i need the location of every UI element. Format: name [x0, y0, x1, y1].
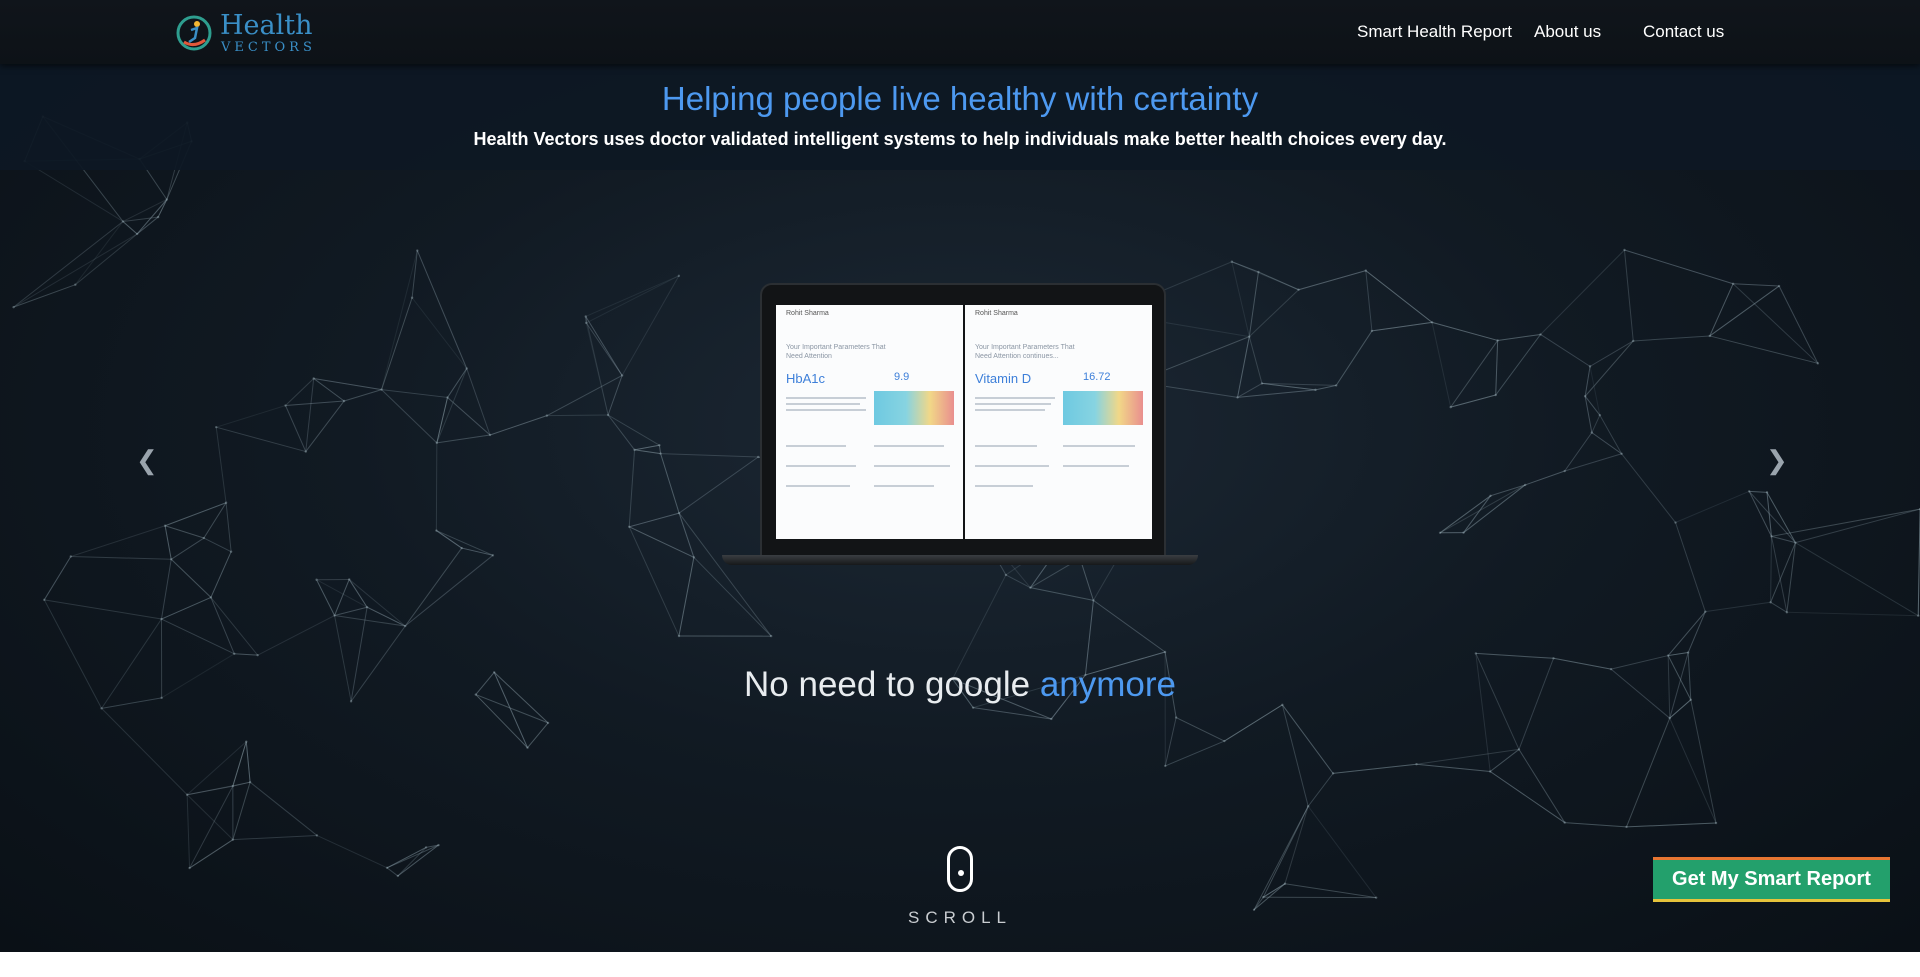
report-section-title: Your Important Parameters That Need Atte… — [786, 344, 886, 360]
laptop-screen: Rohit Sharma Your Important Parameters T… — [760, 283, 1166, 559]
tagline-highlight: anymore — [1039, 665, 1176, 704]
scroll-label: SCROLL — [907, 908, 1013, 927]
carousel-next-button[interactable]: ❯ — [1766, 445, 1788, 476]
mouse-icon — [947, 846, 973, 892]
report-patient-name: Rohit Sharma — [975, 310, 1018, 317]
report-range-graphic — [1063, 391, 1143, 425]
laptop-base — [722, 555, 1198, 565]
carousel-prev-button[interactable]: ❮ — [136, 445, 158, 476]
tagline-text: No need to google — [744, 665, 1040, 704]
report-patient-name: Rohit Sharma — [786, 310, 829, 317]
report-result: 16.72 — [1083, 371, 1111, 383]
hero-subtitle: Health Vectors uses doctor validated int… — [473, 129, 1447, 149]
chevron-right-icon: ❯ — [1766, 445, 1788, 475]
hero-title: Helping people live healthy with certain… — [661, 80, 1259, 117]
get-smart-report-button[interactable]: Get My Smart Report — [1653, 857, 1890, 902]
report-page-right: Rohit Sharma Your Important Parameters T… — [965, 305, 1152, 539]
nav-contact-us[interactable]: Contact us — [1643, 22, 1724, 42]
hero-banner: Helping people live healthy with certain… — [0, 64, 1920, 170]
report-section-title: Your Important Parameters That Need Atte… — [975, 344, 1075, 360]
logo-text-vectors: VECTORS — [221, 40, 316, 55]
report-range-graphic — [874, 391, 954, 425]
report-parameter: HbA1c — [786, 371, 826, 386]
report-result: 9.9 — [894, 371, 910, 383]
report-parameter: Vitamin D — [975, 371, 1032, 386]
chevron-left-icon: ❮ — [136, 445, 158, 475]
logo[interactable]: Health VECTORS — [175, 10, 313, 56]
top-navbar: Health VECTORS Smart Health Report About… — [0, 0, 1920, 64]
report-page-left: Rohit Sharma Your Important Parameters T… — [776, 305, 963, 539]
logo-icon — [176, 15, 212, 51]
scroll-indicator[interactable]: SCROLL — [903, 846, 1017, 928]
nav-smart-health-report[interactable]: Smart Health Report — [1357, 22, 1512, 42]
logo-text-health: Health — [220, 10, 313, 41]
carousel-tagline: No need to google anymore — [0, 665, 1920, 705]
nav-about-us[interactable]: About us — [1534, 22, 1601, 42]
